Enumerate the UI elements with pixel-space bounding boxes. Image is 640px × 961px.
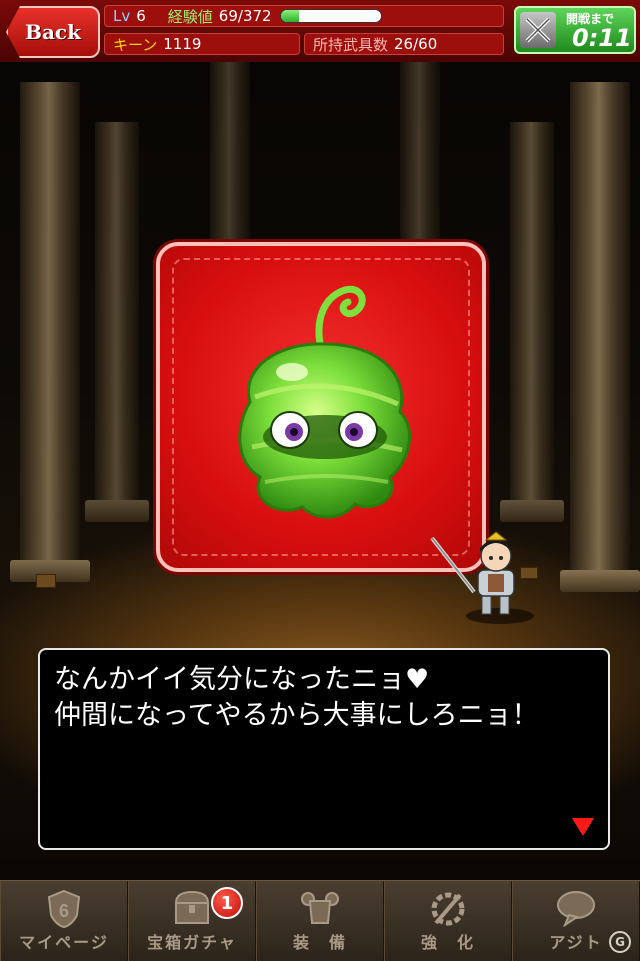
- svg-text:6: 6: [59, 901, 69, 921]
- nav-label: アジト: [549, 933, 603, 952]
- battle-timer[interactable]: 開戦まで 0:11: [514, 6, 636, 54]
- exp-value: 69/372: [218, 7, 272, 25]
- top-status-bar: Back Lv 6 経験値 69/372 キーン 1119 所持武具数 26/6…: [0, 0, 640, 64]
- weapons-box: 所持武具数 26/60: [304, 33, 504, 55]
- speech-bubble-icon: [557, 891, 595, 927]
- level-value: 6: [136, 7, 146, 25]
- exp-progress-fill: [280, 10, 300, 22]
- dialog-box[interactable]: なんかイイ気分になったニョ♥ 仲間になってやるから大事にしろニョ！: [38, 648, 610, 850]
- player-knight-character: [430, 531, 534, 624]
- floor-rubble: [36, 574, 56, 588]
- back-button[interactable]: Back: [6, 6, 100, 58]
- bottom-navigation: 6 マイページ 1 宝箱ガチャ 装 備 強 化 アジト G: [0, 880, 640, 961]
- nav-item-mypage[interactable]: 6 マイページ: [0, 881, 128, 961]
- pillar: [500, 122, 564, 522]
- next-page-arrow-icon[interactable]: [572, 818, 594, 836]
- level-exp-box: Lv 6 経験値 69/372: [104, 5, 504, 27]
- pillar: [85, 122, 149, 522]
- enhance-icon: [431, 892, 465, 926]
- level-label: Lv: [113, 7, 131, 25]
- currency-value: 1119: [163, 35, 202, 53]
- back-button-label: Back: [25, 20, 81, 44]
- currency-box: キーン 1119: [104, 33, 300, 55]
- notification-badge: 1: [211, 887, 243, 919]
- weapons-value: 26/60: [394, 35, 438, 53]
- nav-item-gacha[interactable]: 1 宝箱ガチャ: [128, 881, 256, 961]
- watermark-logo-icon: G: [609, 931, 631, 953]
- exp-label: 経験値: [167, 7, 213, 26]
- treasure-chest-icon: [174, 890, 210, 924]
- nav-item-enhance[interactable]: 強 化: [384, 881, 512, 961]
- nav-label: 装 備: [292, 933, 347, 952]
- pillar: [210, 62, 250, 262]
- monster-card: [156, 242, 486, 572]
- timer-value: 0:11: [572, 24, 632, 52]
- exp-progress-bar: [279, 9, 382, 23]
- dialog-line-1: なんかイイ気分になったニョ♥: [54, 664, 430, 695]
- mypage-shield-icon: 6: [47, 889, 81, 929]
- pillar: [560, 82, 640, 592]
- dialog-line-2: 仲間になってやるから大事にしろニョ！: [54, 700, 539, 731]
- nav-label: 宝箱ガチャ: [147, 933, 237, 952]
- nav-label: マイページ: [19, 933, 109, 952]
- pillar: [400, 62, 440, 252]
- nav-label: 強 化: [420, 933, 475, 952]
- green-slime-monster: [238, 286, 411, 519]
- weapons-label: 所持武具数: [313, 35, 389, 54]
- nav-item-equipment[interactable]: 装 備: [256, 881, 384, 961]
- currency-label: キーン: [113, 35, 158, 54]
- armor-icon: [301, 892, 339, 924]
- pillar: [10, 82, 90, 582]
- crossed-swords-icon: [520, 12, 556, 48]
- nav-item-hideout[interactable]: アジト G: [512, 881, 640, 961]
